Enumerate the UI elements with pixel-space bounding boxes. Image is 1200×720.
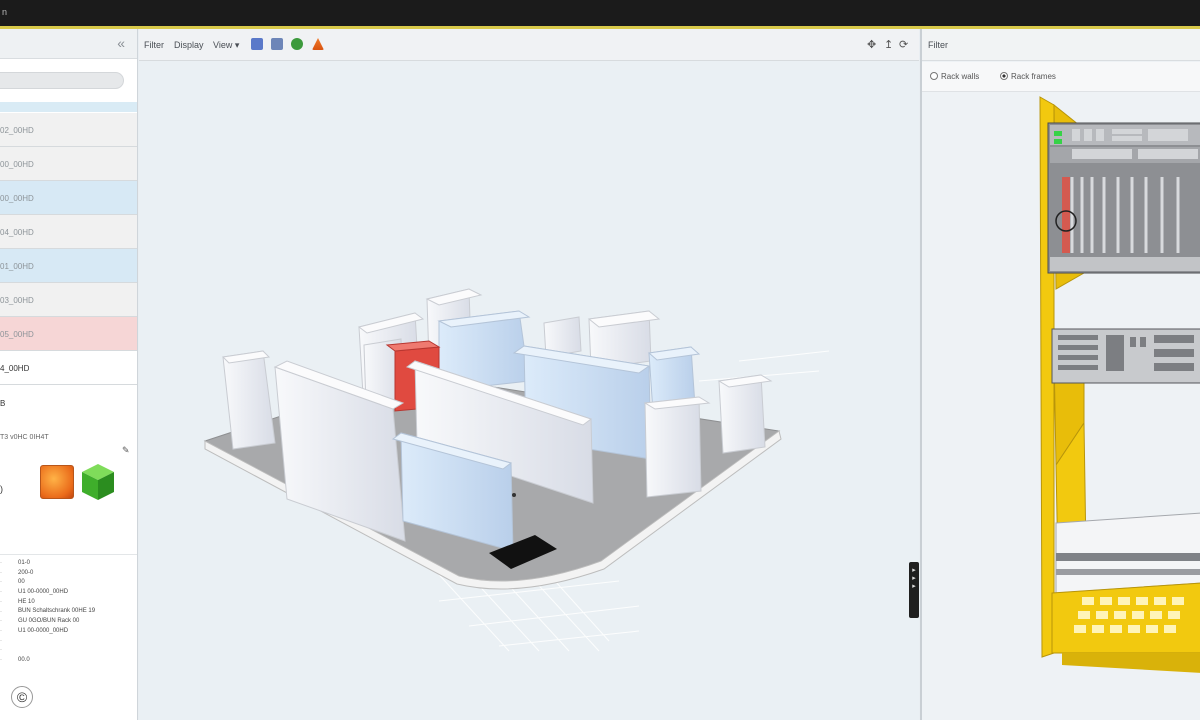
rack-id-label: T3 v0HC 0IH4T	[0, 434, 49, 441]
main-toolbar: Filter Display View ▾ ✥ ↥ ⟳	[139, 29, 919, 61]
cone-icon[interactable]	[312, 38, 324, 50]
rack-list-item[interactable]: 00_00HD	[0, 147, 137, 181]
green-cube-icon[interactable]	[80, 463, 116, 501]
property-value: 01-0	[18, 560, 31, 566]
right-panel: Filter Rack walls Rack frames	[920, 29, 1200, 720]
title-bar: n	[0, 0, 1200, 26]
users-icon[interactable]	[291, 38, 303, 50]
property-markers: · · · · · · · · · · ·	[0, 560, 2, 664]
rack-list-item[interactable]: 03_00HD	[0, 283, 137, 317]
search-input[interactable]	[0, 72, 124, 89]
property-value: GU 0GO/BUN Rack 00	[18, 618, 80, 625]
rack-list-item[interactable]: 4_00HD	[0, 351, 137, 385]
view-menu[interactable]: View ▾	[213, 40, 239, 51]
collapse-icon[interactable]: «	[117, 35, 125, 51]
property-value	[18, 646, 95, 656]
save-icon[interactable]	[251, 38, 263, 50]
rack-list-item[interactable]: 04_00HD	[0, 215, 137, 249]
display-menu[interactable]: Display	[174, 40, 204, 50]
rack-list-item[interactable]: 02_00HD	[0, 113, 137, 147]
rack-walls-radio[interactable]: Rack walls	[930, 72, 979, 81]
right-panel-header: Filter	[922, 29, 1200, 61]
left-panel-header: «	[0, 29, 137, 59]
refresh-icon[interactable]: ⟳	[899, 38, 908, 51]
selection-strip	[0, 102, 137, 112]
view-options: Rack walls Rack frames	[922, 62, 1200, 92]
up-icon[interactable]: ↥	[884, 38, 893, 51]
copyright-icon: ©	[11, 686, 33, 708]
move-icon[interactable]: ✥	[867, 38, 876, 51]
rack-elevation-view[interactable]	[922, 93, 1200, 720]
rack-frames-radio[interactable]: Rack frames	[1000, 72, 1056, 81]
center-panel: Filter Display View ▾ ✥ ↥ ⟳	[139, 29, 919, 720]
property-value: HE 10	[18, 598, 35, 605]
rack-list-item[interactable]: 00_00HD	[0, 181, 137, 215]
filter-menu[interactable]: Filter	[144, 40, 164, 50]
section-label: B	[0, 399, 6, 408]
panel-splitter[interactable]: ▸ ▸ ▸	[909, 562, 919, 618]
property-value: 00.0	[18, 656, 30, 663]
property-value: BUN Schaltschrank 00HE 19	[18, 608, 96, 615]
rack-list-item[interactable]: 05_00HD	[0, 317, 137, 351]
filter-label[interactable]: Filter	[928, 40, 948, 50]
edit-icon[interactable]: ✎	[122, 445, 130, 456]
rack-list-item[interactable]: 01_00HD	[0, 249, 137, 283]
property-value: 00	[18, 579, 25, 586]
property-value: U1 00-0000_00HD	[18, 589, 69, 596]
left-panel: « 02_00HD 00_00HD 00_00HD 04_00HD 01_00HD 03_…	[0, 29, 138, 720]
property-value: U1 00-0000_00HD	[18, 627, 69, 634]
cursor-marker	[512, 493, 516, 497]
property-list: 01-0 200-0 00 U1 00-0000_00HD HE 10 BUN Schal…	[18, 559, 95, 666]
print-icon[interactable]	[271, 38, 283, 50]
orange-cube-icon[interactable]	[40, 465, 74, 499]
property-value: 200-0	[18, 569, 34, 576]
window-title: n	[2, 7, 8, 17]
datacenter-3d-view[interactable]	[139, 61, 919, 720]
partial-text: )	[0, 484, 3, 494]
rack-list: 02_00HD 00_00HD 00_00HD 04_00HD 01_00HD 03_00…	[0, 113, 137, 385]
divider	[0, 554, 137, 555]
property-value	[18, 637, 95, 647]
